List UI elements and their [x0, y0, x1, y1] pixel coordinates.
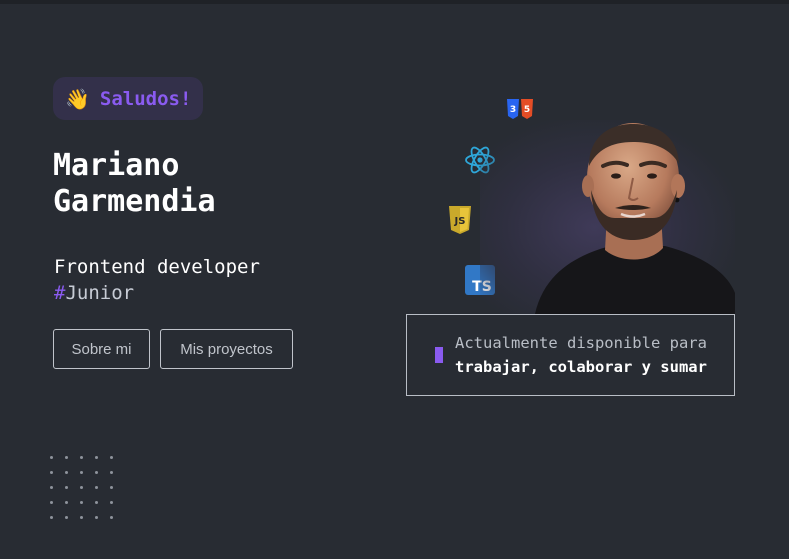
js-icon-label: JS: [454, 216, 466, 227]
html-icon-label: 5: [524, 105, 530, 115]
javascript-icon: JS: [449, 206, 471, 234]
last-name: Garmendia: [53, 184, 216, 219]
level-text: Junior: [65, 282, 135, 304]
decorative-dot-grid: [50, 456, 113, 519]
greeting-badge: 👋 Saludos!: [53, 77, 203, 120]
level-tag: #Junior: [54, 281, 134, 305]
role-title: Frontend developer: [54, 256, 260, 278]
availability-highlight: trabajar, colaborar y sumar: [455, 358, 707, 376]
availability-text: Actualmente disponible para: [455, 334, 707, 352]
first-name: Mariano: [53, 148, 180, 183]
about-me-button[interactable]: Sobre mi: [53, 329, 150, 369]
hero-name: Mariano Garmendia: [53, 148, 313, 220]
greeting-text: Saludos!: [99, 87, 192, 110]
profile-photo: [535, 123, 735, 314]
my-projects-button[interactable]: Mis proyectos: [160, 329, 293, 369]
availability-card: Actualmente disponible para trabajar, co…: [406, 314, 735, 396]
status-indicator: [435, 347, 443, 363]
top-border: [0, 0, 789, 4]
hash-symbol: #: [54, 282, 66, 304]
css-html-icon: 3 5: [507, 99, 533, 119]
css-icon-label: 3: [510, 105, 516, 115]
waving-hand-icon: 👋: [65, 86, 90, 111]
